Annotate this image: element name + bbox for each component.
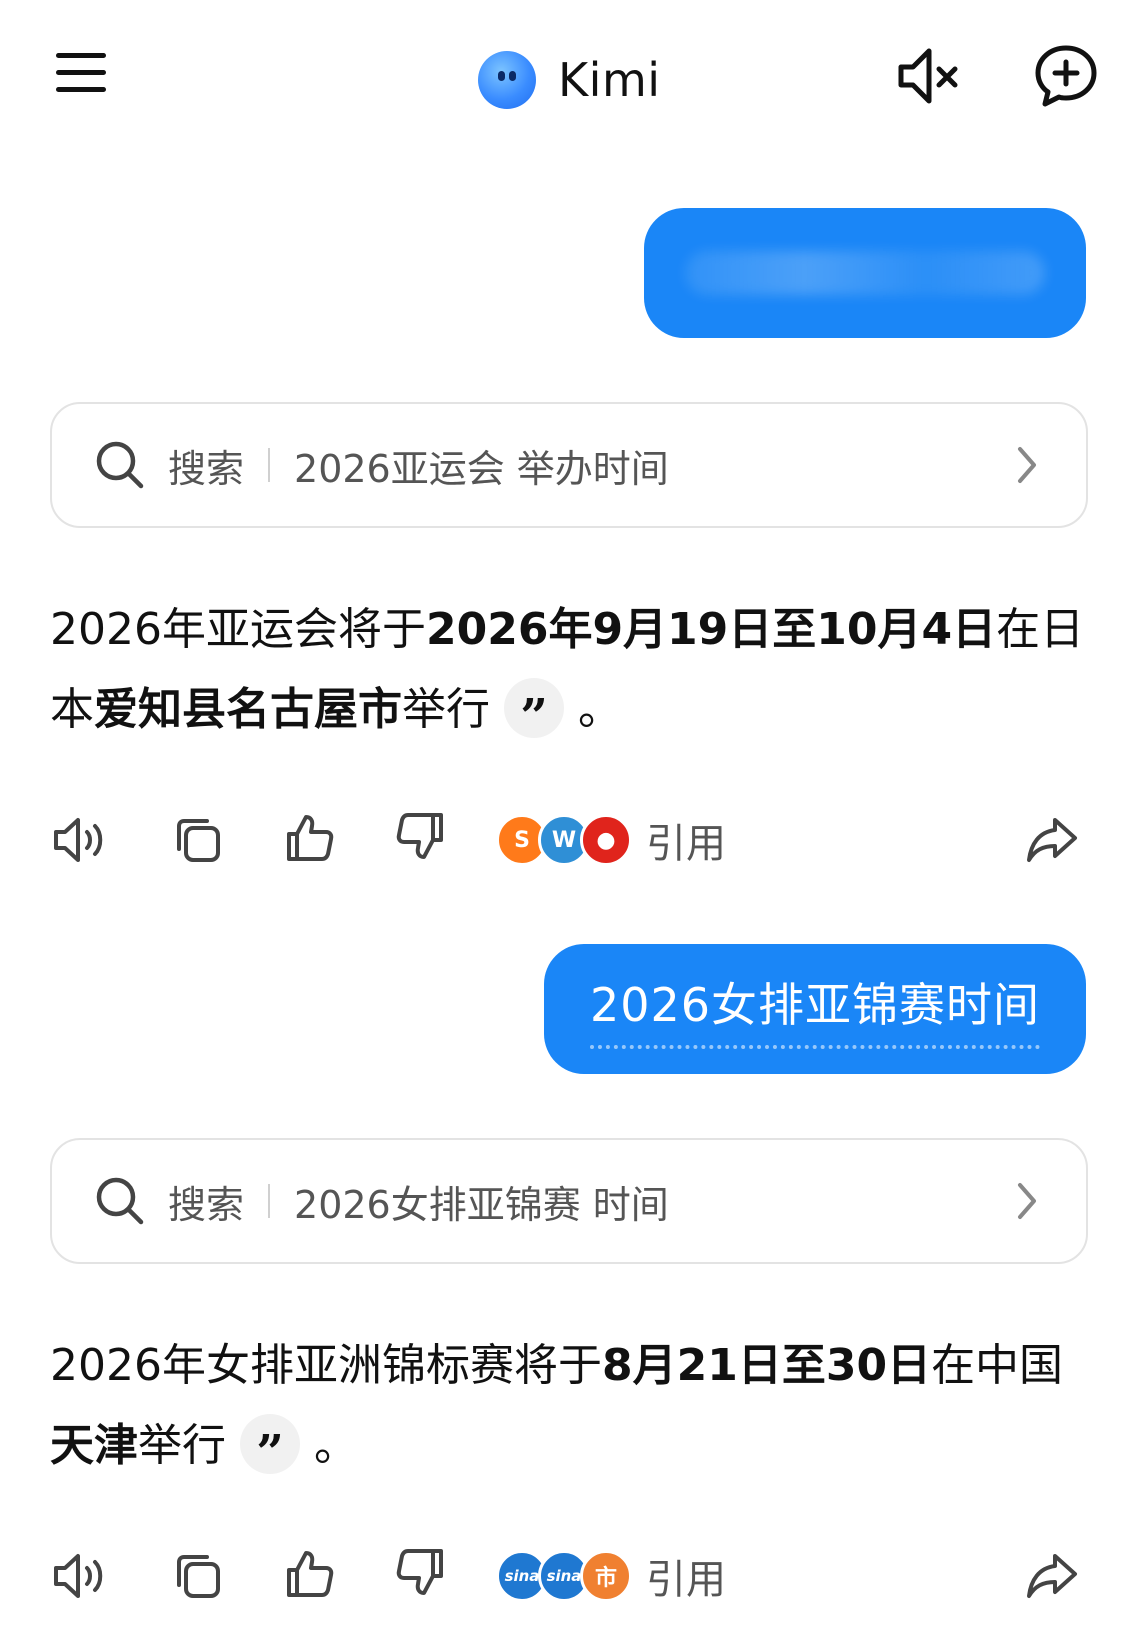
answer-text: 2026年女排亚洲锦标赛将于	[50, 1340, 602, 1391]
chevron-right-icon	[1018, 447, 1036, 483]
thumbs-down-icon	[396, 813, 443, 859]
speaker-icon	[54, 1554, 103, 1598]
answer-text: 举行	[402, 684, 490, 735]
answer-text-bold: 天津	[50, 1420, 138, 1471]
answer-end: 。	[314, 1420, 358, 1471]
thumbs-up-icon	[287, 1551, 334, 1597]
answer-text-bold: 爱知县名古屋市	[94, 684, 402, 735]
hamburger-menu-icon	[56, 53, 106, 92]
dislike-button[interactable]	[390, 806, 450, 866]
search-label: 搜索	[168, 1182, 245, 1227]
thumbs-down-icon	[396, 1549, 443, 1595]
divider	[268, 1184, 271, 1218]
answer-text-bold: 2026年9月19日至10月4日	[425, 604, 997, 655]
share-arrow-icon	[1027, 818, 1077, 862]
search-query: 2026亚运会 举办时间	[294, 446, 669, 491]
quote-icon: ”	[520, 689, 548, 745]
dislike-button[interactable]	[390, 1542, 450, 1602]
search-card[interactable]: 搜索 2026亚运会 举办时间	[50, 402, 1088, 528]
answer-text: 在中国	[931, 1340, 1064, 1391]
blurred-message-text	[685, 251, 1045, 295]
citation-sources[interactable]: S W ● 引用	[496, 810, 726, 870]
answer-end: 。	[578, 684, 622, 735]
new-chat-button[interactable]	[1030, 40, 1102, 112]
citation-quote-button[interactable]: ”	[504, 678, 564, 745]
copy-icon	[177, 819, 220, 862]
share-button[interactable]	[1022, 810, 1082, 870]
search-label: 搜索	[168, 446, 245, 491]
kimi-logo-icon	[478, 51, 536, 109]
speaker-icon	[54, 818, 103, 862]
copy-button[interactable]	[168, 1546, 228, 1606]
search-query: 2026女排亚锦赛 时间	[294, 1182, 669, 1227]
citation-sources[interactable]: sina sina 市 引用	[496, 1546, 726, 1606]
like-button[interactable]	[280, 1544, 340, 1604]
thumbs-up-icon	[287, 815, 334, 861]
menu-button[interactable]	[48, 40, 114, 106]
quote-icon: ”	[256, 1425, 284, 1481]
share-arrow-icon	[1027, 1554, 1077, 1598]
app-title: Kimi	[558, 53, 661, 107]
assistant-answer: 2026年亚运会将于2026年9月19日至10月4日在日本爱知县名古屋市举行”。	[50, 590, 1090, 750]
chevron-right-icon	[1018, 1183, 1036, 1219]
answer-text-bold: 8月21日至30日	[601, 1340, 932, 1391]
search-card[interactable]: 搜索 2026女排亚锦赛 时间	[50, 1138, 1088, 1264]
search-icon	[96, 1177, 144, 1225]
search-icon	[96, 441, 144, 489]
read-aloud-button[interactable]	[50, 810, 110, 870]
app-brand: Kimi	[478, 40, 661, 120]
share-button[interactable]	[1022, 1546, 1082, 1606]
citation-quote-button[interactable]: ”	[240, 1414, 300, 1481]
answer-text: 2026年亚运会将于	[50, 604, 426, 655]
copy-icon	[177, 1555, 220, 1598]
read-aloud-button[interactable]	[50, 1546, 110, 1606]
user-message-bubble[interactable]	[644, 208, 1086, 338]
like-button[interactable]	[280, 808, 340, 868]
user-message-bubble[interactable]: 2026女排亚锦赛时间	[544, 944, 1086, 1074]
mute-button[interactable]	[892, 40, 964, 112]
cite-label: 引用	[646, 821, 726, 867]
user-message-text: 2026女排亚锦赛时间	[589, 969, 1041, 1049]
speaker-mute-icon	[898, 48, 958, 104]
answer-text: 举行	[138, 1420, 226, 1471]
divider	[268, 448, 271, 482]
local-news-icon: 市	[580, 1550, 632, 1602]
red-ball-icon: ●	[580, 814, 632, 866]
cite-label: 引用	[646, 1557, 726, 1603]
new-chat-icon	[1035, 45, 1097, 107]
assistant-answer: 2026年女排亚洲锦标赛将于8月21日至30日在中国天津举行 ” 。	[50, 1326, 1090, 1486]
copy-button[interactable]	[168, 810, 228, 870]
